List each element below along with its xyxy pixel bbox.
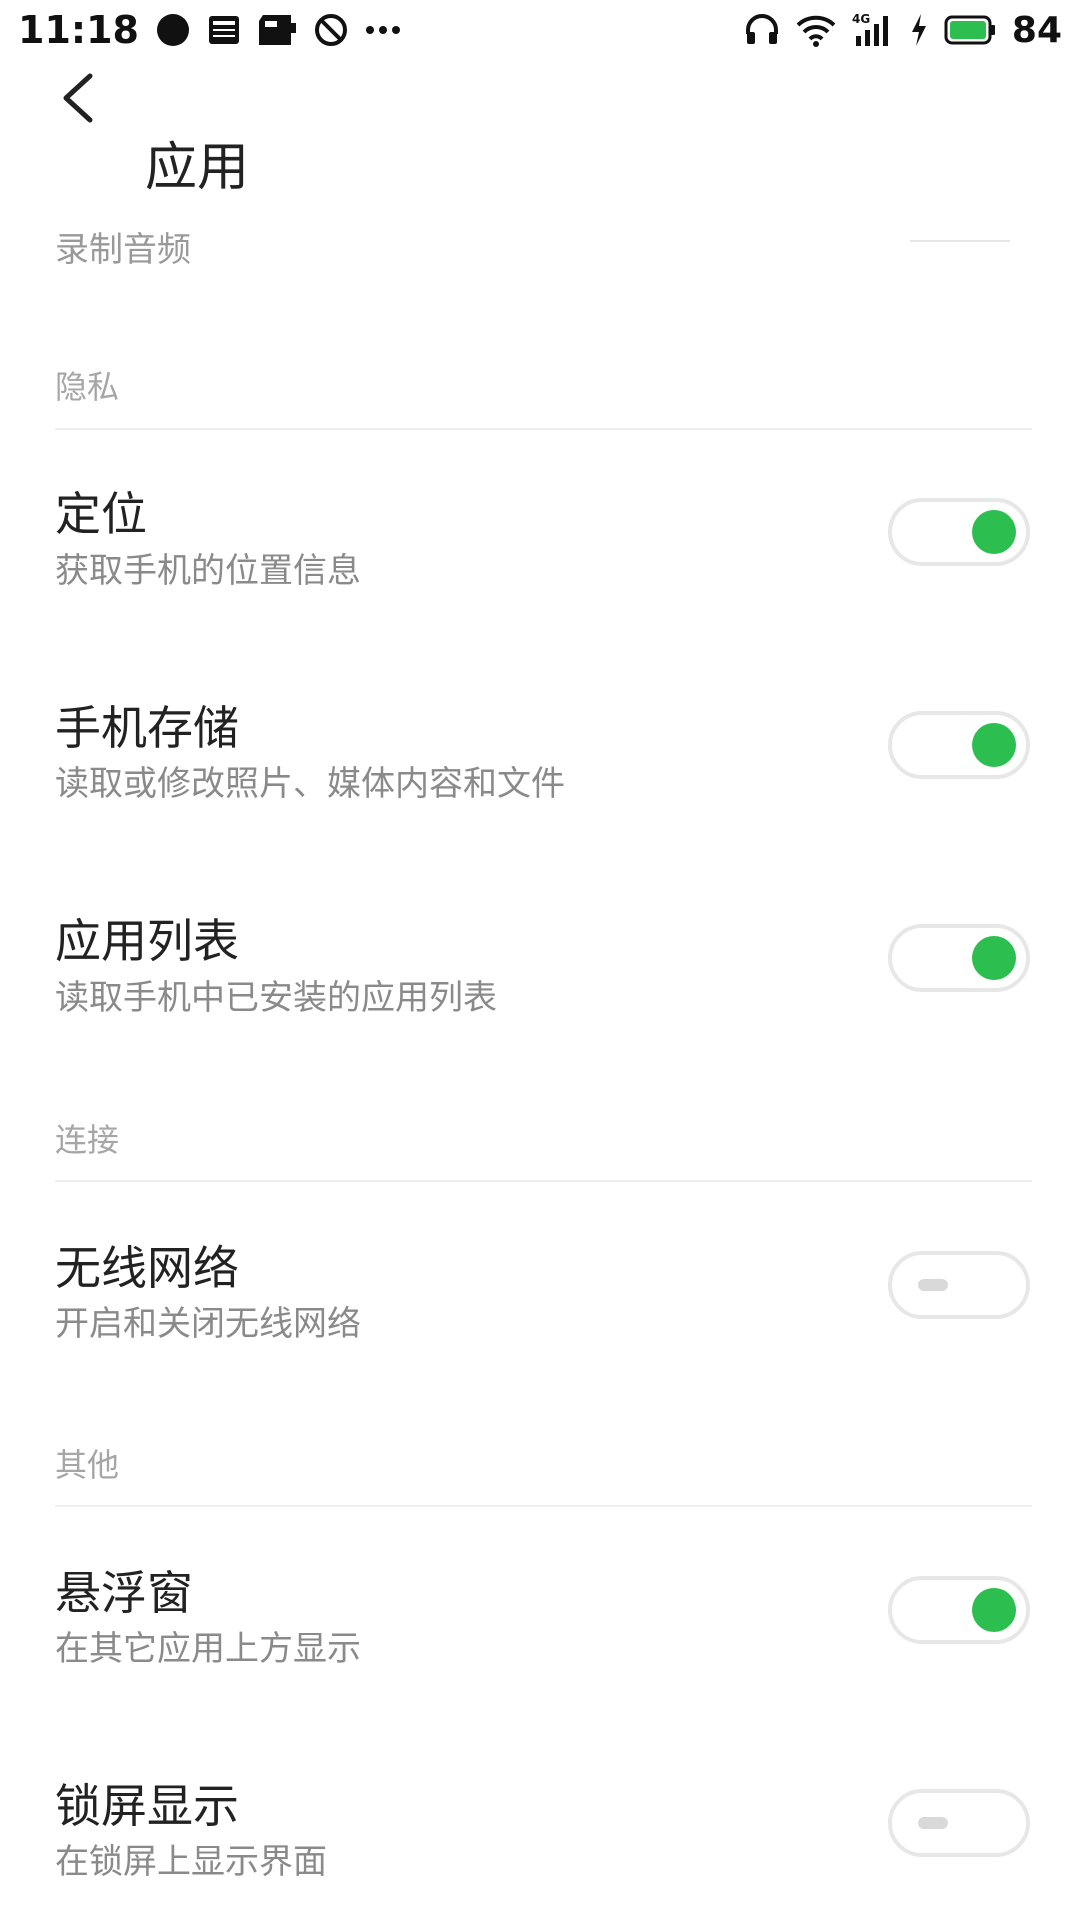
setting-description: 开启和关闭无线网络: [55, 1304, 361, 1344]
floating-window-toggle[interactable]: [888, 1576, 1030, 1644]
battery-icon: [944, 15, 996, 45]
wifi-toggle[interactable]: [888, 1251, 1030, 1319]
network-type: 4G: [852, 12, 870, 26]
lock-screen-toggle[interactable]: [888, 1789, 1030, 1857]
section-privacy: 隐私: [55, 368, 120, 406]
storage-toggle[interactable]: [888, 711, 1030, 779]
toggle-knob: [918, 1817, 948, 1829]
battery-percent: 84: [1011, 9, 1062, 51]
toggle-knob: [972, 723, 1016, 767]
chat-bubble-icon: [155, 12, 191, 48]
section-divider: [55, 1180, 1032, 1182]
section-divider: [55, 1505, 1032, 1507]
status-time: 11:18: [18, 8, 139, 52]
no-disturb-icon: [313, 12, 349, 48]
setting-title: 无线网络: [55, 1241, 239, 1295]
signal-icon: 4G: [852, 12, 894, 48]
wifi-icon: [796, 13, 836, 47]
location-toggle[interactable]: [888, 498, 1030, 566]
status-bar-right: 4G 84: [744, 10, 1062, 51]
setting-description: 读取手机中已安装的应用列表: [55, 978, 497, 1018]
setting-description: 获取手机的位置信息: [55, 551, 361, 591]
back-button[interactable]: [50, 68, 110, 128]
status-bar: 11:18 4G 84: [0, 0, 1080, 60]
setting-title: 悬浮窗: [55, 1566, 193, 1620]
setting-title: 应用列表: [55, 914, 239, 968]
toggle-knob: [972, 510, 1016, 554]
setting-description: 在锁屏上显示界面: [55, 1842, 327, 1882]
setting-description: 在其它应用上方显示: [55, 1629, 361, 1669]
section-other: 其他: [55, 1446, 120, 1484]
toggle-knob: [918, 1279, 948, 1291]
partial-toggle-edge: [910, 240, 1010, 242]
more-icon: [365, 25, 401, 35]
charging-icon: [910, 14, 928, 46]
sd-card-icon: [257, 13, 297, 47]
news-icon: [207, 13, 241, 47]
status-bar-left: 11:18: [18, 8, 401, 52]
setting-title: 手机存储: [55, 701, 239, 755]
app-list-toggle[interactable]: [888, 924, 1030, 992]
headphones-icon: [744, 12, 780, 48]
setting-description: 读取或修改照片、媒体内容和文件: [55, 764, 565, 804]
back-arrow-icon: [63, 73, 93, 123]
section-connection: 连接: [55, 1121, 120, 1159]
setting-title: 锁屏显示: [55, 1779, 239, 1833]
toggle-knob: [972, 1588, 1016, 1632]
toggle-knob: [972, 936, 1016, 980]
partial-setting-title: 录制音频: [55, 230, 191, 270]
page-title: 应用: [145, 138, 250, 198]
setting-title: 定位: [55, 487, 147, 541]
section-divider: [55, 428, 1032, 430]
